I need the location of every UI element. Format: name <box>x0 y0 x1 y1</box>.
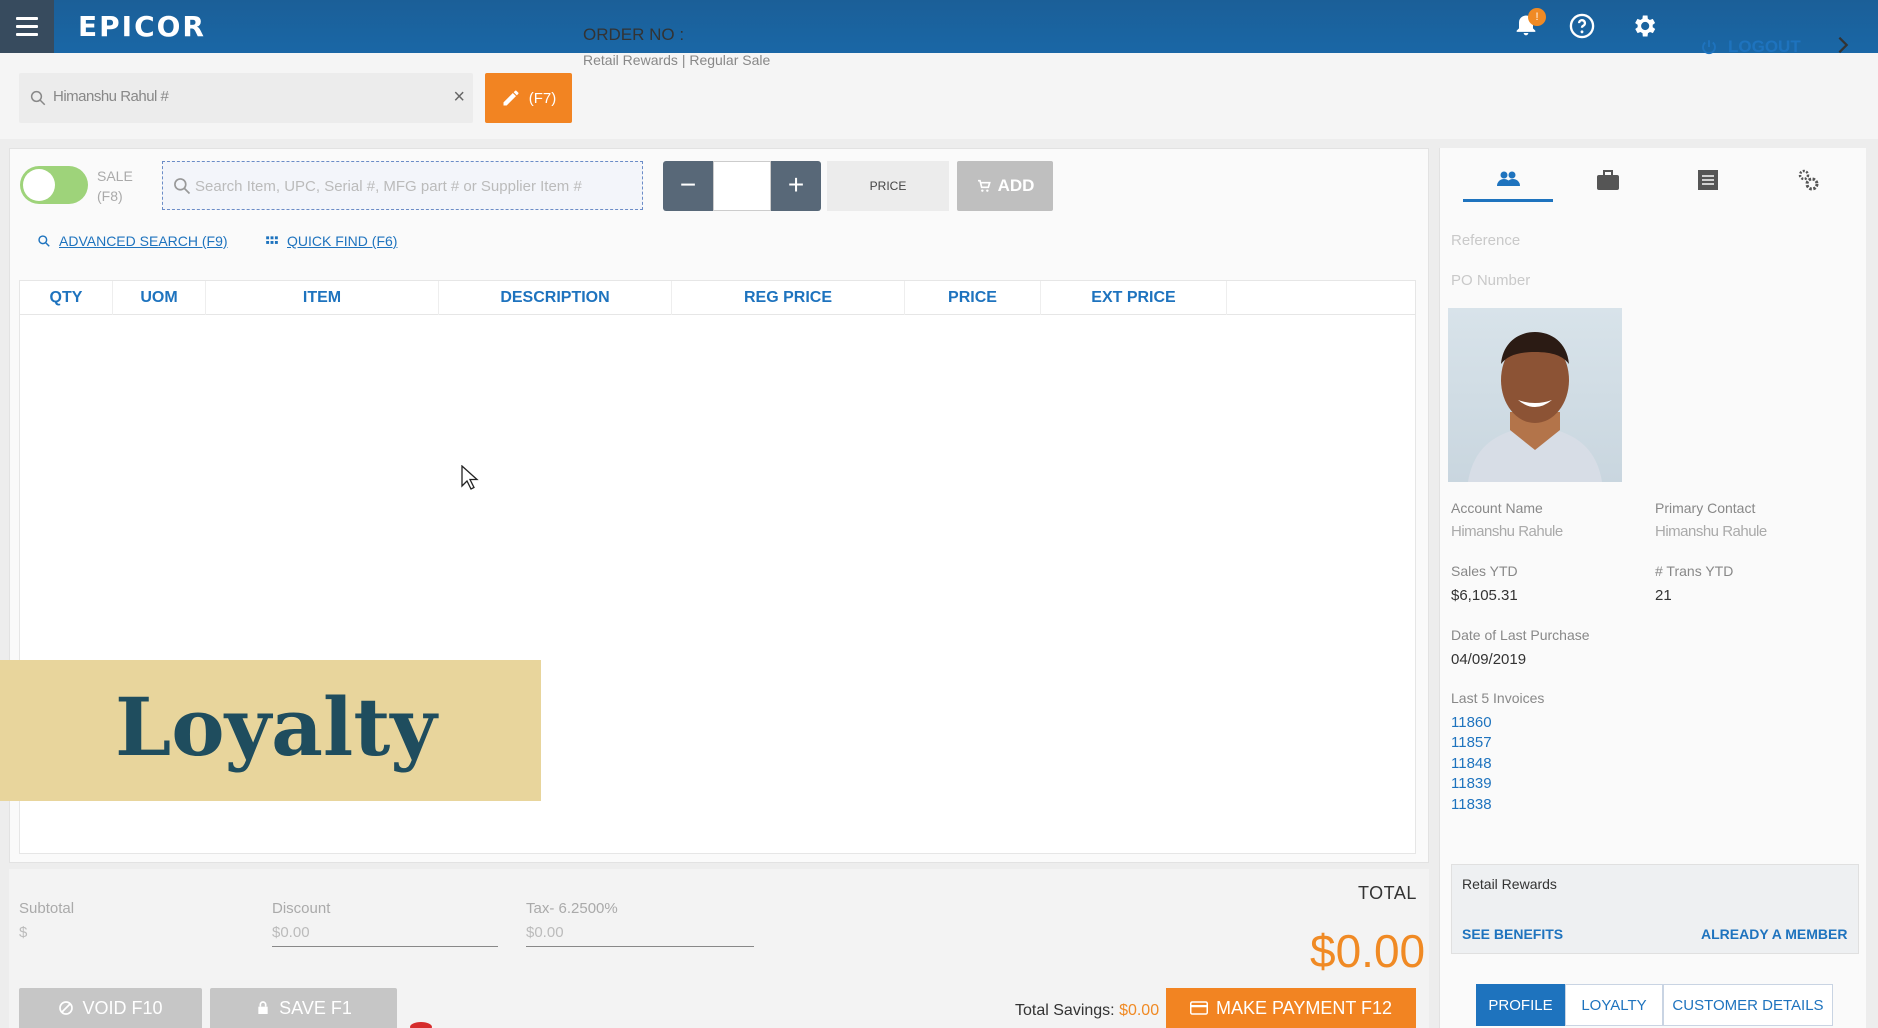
total-savings: Total Savings: $0.00 <box>1015 1002 1160 1019</box>
search-icon <box>38 235 50 247</box>
last-purchase-value: 04/09/2019 <box>1451 651 1527 668</box>
quantity-input[interactable] <box>713 161 771 211</box>
quick-find-link[interactable]: QUICK FIND (F6) <box>265 233 397 249</box>
mouse-cursor-icon <box>461 465 479 490</box>
order-number-label: ORDER NO : <box>583 25 685 44</box>
tax-underline <box>526 946 754 947</box>
see-benefits-link[interactable]: SEE BENEFITS <box>1462 926 1563 942</box>
invoice-link[interactable]: 11848 <box>1451 755 1492 772</box>
po-number-label: PO Number <box>1451 272 1531 289</box>
sale-toggle[interactable] <box>20 166 88 204</box>
discount-underline <box>272 946 498 947</box>
total-value: $0.00 <box>1310 925 1426 977</box>
advanced-search-link[interactable]: ADVANCED SEARCH (F9) <box>37 233 228 249</box>
already-member-link[interactable]: ALREADY A MEMBER <box>1701 926 1848 942</box>
ban-icon <box>59 1001 74 1015</box>
tax-value: $0.00 <box>526 924 564 941</box>
quantity-increase-button[interactable]: + <box>771 161 821 211</box>
grid-icon <box>266 236 278 244</box>
primary-contact-value: Himanshu Rahule <box>1655 523 1767 540</box>
logout-button[interactable]: LOGOUT <box>1700 37 1801 57</box>
recording-indicator <box>410 1022 432 1028</box>
clear-icon[interactable]: × <box>453 86 465 109</box>
notification-badge: ! <box>1528 8 1546 26</box>
power-icon <box>1702 40 1716 55</box>
tab-settings[interactable] <box>1763 158 1853 202</box>
credit-card-icon <box>1189 1001 1208 1015</box>
tax-label: Tax- 6.2500% <box>526 900 618 917</box>
loyalty-banner: Loyalty <box>0 660 541 801</box>
discount-value: $0.00 <box>272 924 310 941</box>
loyalty-banner-text: Loyalty <box>115 680 437 774</box>
help-icon[interactable] <box>1568 12 1596 40</box>
void-button[interactable]: VOID F10 <box>19 988 202 1028</box>
tab-customers[interactable] <box>1463 158 1553 202</box>
invoice-link[interactable]: 11839 <box>1451 775 1492 792</box>
subtotal-value: $ <box>19 924 28 941</box>
sales-ytd-value: $6,105.31 <box>1451 587 1518 604</box>
retail-rewards-title: Retail Rewards <box>1462 876 1557 892</box>
total-savings-value: $0.00 <box>1119 1002 1160 1019</box>
invoice-link[interactable]: 11838 <box>1451 796 1492 813</box>
logout-label: LOGOUT <box>1728 37 1801 56</box>
column-header-ext-price[interactable]: EXT PRICE <box>1041 281 1227 315</box>
users-icon <box>1497 171 1520 186</box>
add-item-button[interactable]: ADD <box>957 161 1053 211</box>
pencil-icon <box>503 90 519 106</box>
top-bar: EPICOR ! <box>0 0 1878 53</box>
reference-label: Reference <box>1451 232 1521 249</box>
item-search-field[interactable] <box>162 161 643 210</box>
tab-customer-details[interactable]: CUSTOMER DETAILS <box>1663 984 1833 1026</box>
column-header-uom[interactable]: UOM <box>113 281 206 315</box>
lock-icon <box>258 1001 268 1014</box>
last-invoices-label: Last 5 Invoices <box>1451 690 1545 706</box>
make-payment-button[interactable]: MAKE PAYMENT F12 <box>1166 988 1416 1028</box>
sale-toggle-label: SALE (F8) <box>97 168 133 204</box>
briefcase-icon <box>1597 170 1619 190</box>
total-label: TOTAL <box>1358 883 1417 903</box>
tab-loyalty[interactable]: LOYALTY <box>1565 984 1663 1026</box>
tab-profile[interactable]: PROFILE <box>1476 984 1565 1026</box>
account-name-label: Account Name <box>1451 500 1543 516</box>
account-name-value: Himanshu Rahule <box>1451 523 1563 540</box>
tab-briefcase[interactable] <box>1563 158 1653 202</box>
trans-ytd-label: # Trans YTD <box>1655 563 1734 579</box>
edit-order-button[interactable]: (F7) <box>485 73 572 123</box>
tab-list[interactable] <box>1663 158 1753 202</box>
column-header-price[interactable]: PRICE <box>905 281 1041 315</box>
search-icon <box>174 178 191 195</box>
list-icon <box>1698 170 1718 190</box>
primary-contact-label: Primary Contact <box>1655 500 1756 516</box>
order-subtitle: Retail Rewards | Regular Sale <box>583 52 771 68</box>
item-search-input[interactable] <box>195 172 635 200</box>
settings-gear-icon[interactable] <box>1630 12 1658 40</box>
invoice-link[interactable]: 11860 <box>1451 714 1492 731</box>
table-header: QTY UOM ITEM DESCRIPTION REG PRICE PRICE… <box>20 281 1415 315</box>
column-header-description[interactable]: DESCRIPTION <box>439 281 672 315</box>
price-button[interactable]: PRICE <box>827 161 949 211</box>
column-header-item[interactable]: ITEM <box>206 281 439 315</box>
invoice-link[interactable]: 11857 <box>1451 734 1492 751</box>
trans-ytd-value: 21 <box>1655 587 1672 604</box>
column-header-qty[interactable]: QTY <box>20 281 113 315</box>
brand-logo: EPICOR <box>78 10 206 43</box>
search-icon <box>30 90 46 106</box>
cogs-icon <box>1798 169 1819 191</box>
quantity-decrease-button[interactable]: − <box>663 161 713 211</box>
customer-photo <box>1448 308 1622 482</box>
subtotal-label: Subtotal <box>19 900 75 917</box>
order-header: Himanshu Rahul # × (F7) <box>0 53 1878 139</box>
menu-icon[interactable] <box>0 0 54 53</box>
save-button[interactable]: SAVE F1 <box>210 988 397 1028</box>
sales-ytd-label: Sales YTD <box>1451 563 1518 579</box>
last-purchase-label: Date of Last Purchase <box>1451 627 1590 643</box>
chevron-right-icon[interactable] <box>1832 32 1854 58</box>
customer-search-value: Himanshu Rahul # <box>53 88 169 105</box>
cart-icon <box>977 179 991 192</box>
column-header-reg-price[interactable]: REG PRICE <box>672 281 905 315</box>
discount-label: Discount <box>272 900 331 917</box>
customer-search-field[interactable]: Himanshu Rahul # × <box>19 73 473 123</box>
edit-shortcut: (F7) <box>528 89 557 107</box>
